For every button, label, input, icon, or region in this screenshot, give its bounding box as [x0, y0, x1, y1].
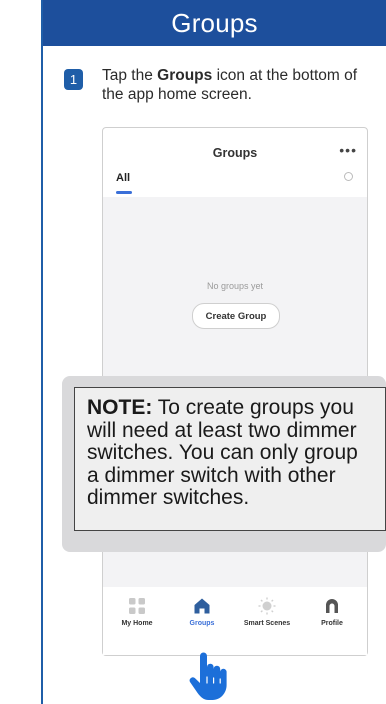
nav-item-profile[interactable]: Profile: [302, 597, 362, 627]
instruction-bold-term: Groups: [157, 67, 213, 84]
bottom-nav: My Home Groups Smart Scenes Profile: [103, 589, 367, 655]
tap-hand-icon: [189, 652, 227, 700]
nav-item-groups[interactable]: Groups: [172, 597, 232, 627]
section-header: Groups: [43, 0, 386, 46]
step-number-badge: 1: [64, 69, 83, 90]
home-icon: [194, 598, 210, 614]
app-title: Groups: [212, 146, 258, 160]
more-options-icon[interactable]: •••: [339, 142, 357, 158]
note-callout: NOTE: To create groups you will need at …: [74, 387, 386, 531]
grid-icon: [129, 598, 145, 614]
nav-label: Smart Scenes: [243, 620, 291, 627]
active-tab-indicator: [116, 191, 132, 194]
section-title: Groups: [171, 7, 258, 38]
note-label: NOTE:: [87, 396, 153, 419]
gear-icon[interactable]: [344, 172, 353, 181]
create-group-button[interactable]: Create Group: [192, 303, 280, 329]
sun-icon: [258, 597, 276, 615]
empty-state-text: No groups yet: [206, 281, 264, 291]
tab-all[interactable]: All: [116, 172, 130, 184]
nav-label: My Home: [121, 620, 153, 627]
nav-item-my-home[interactable]: My Home: [107, 597, 167, 627]
profile-icon: [326, 599, 338, 613]
nav-item-smart-scenes[interactable]: Smart Scenes: [237, 597, 297, 627]
nav-label: Profile: [321, 620, 343, 627]
step-instruction: Tap the Groups icon at the bottom of the…: [102, 67, 358, 103]
nav-label: Groups: [189, 620, 215, 627]
page-left-rule: [41, 0, 43, 704]
